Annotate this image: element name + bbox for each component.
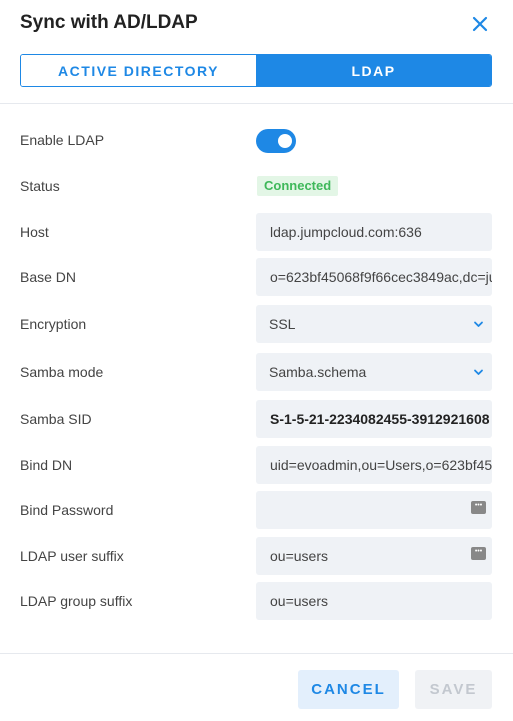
dialog-header: Sync with AD/LDAP ACTIVE DIRECTORY LDAP (0, 0, 513, 104)
samba-sid-label: Samba SID (20, 411, 92, 427)
save-button[interactable]: SAVE (415, 670, 492, 709)
status-badge: Connected (257, 176, 339, 196)
bind-dn-label: Bind DN (20, 457, 73, 473)
encryption-value: SSL (269, 316, 296, 332)
enable-ldap-label: Enable LDAP (20, 132, 105, 148)
row-base-dn: Base DN o=623bf45068f9f66cec3849ac,dc=ju… (0, 258, 513, 296)
row-bind-password: Bind Password (0, 491, 513, 529)
row-samba-sid: Samba SID S-1-5-21-2234082455-3912921608 (0, 400, 513, 438)
row-user-suffix: LDAP user suffix ou=users (0, 537, 513, 575)
base-dn-input[interactable]: o=623bf45068f9f66cec3849ac,dc=jumpcloud,… (256, 258, 492, 296)
tab-bar: ACTIVE DIRECTORY LDAP (20, 54, 492, 87)
samba-sid-input[interactable]: S-1-5-21-2234082455-3912921608 (256, 400, 492, 438)
password-manager-icon[interactable] (471, 491, 486, 525)
base-dn-label: Base DN (20, 269, 77, 285)
password-manager-icon[interactable] (471, 537, 486, 571)
row-status: Status Connected (0, 167, 513, 205)
samba-mode-label: Samba mode (20, 364, 104, 380)
cancel-button[interactable]: CANCEL (298, 670, 399, 709)
bind-password-label: Bind Password (20, 502, 114, 518)
enable-ldap-toggle[interactable] (256, 129, 296, 153)
row-encryption: Encryption SSL (0, 305, 513, 343)
dialog-footer: CANCEL SAVE (0, 653, 513, 721)
user-suffix-input[interactable]: ou=users (256, 537, 492, 575)
group-suffix-input[interactable]: ou=users (256, 582, 492, 620)
chevron-down-icon (474, 321, 483, 327)
row-bind-dn: Bind DN uid=evoadmin,ou=Users,o=623bf450… (0, 446, 513, 484)
samba-mode-value: Samba.schema (269, 364, 367, 380)
row-samba-mode: Samba mode Samba.schema (0, 353, 513, 391)
host-input[interactable]: ldap.jumpcloud.com:636 (256, 213, 492, 251)
group-suffix-label: LDAP group suffix (20, 593, 133, 609)
status-label: Status (20, 178, 60, 194)
close-icon[interactable] (469, 13, 491, 35)
encryption-label: Encryption (20, 316, 87, 332)
toggle-knob (278, 134, 292, 148)
bind-dn-input[interactable]: uid=evoadmin,ou=Users,o=623bf45068f9f66c… (256, 446, 492, 484)
host-label: Host (20, 224, 49, 240)
row-enable-ldap: Enable LDAP (0, 121, 513, 159)
user-suffix-label: LDAP user suffix (20, 548, 124, 564)
user-suffix-value: ou=users (270, 548, 328, 564)
bind-password-input[interactable] (256, 491, 492, 529)
row-group-suffix: LDAP group suffix ou=users (0, 582, 513, 620)
encryption-select[interactable]: SSL (256, 305, 492, 343)
chevron-down-icon (474, 369, 483, 375)
samba-mode-select[interactable]: Samba.schema (256, 353, 492, 391)
dialog-title: Sync with AD/LDAP (20, 12, 198, 33)
tab-ldap[interactable]: LDAP (256, 55, 491, 86)
row-host: Host ldap.jumpcloud.com:636 (0, 213, 513, 251)
tab-active-directory[interactable]: ACTIVE DIRECTORY (21, 55, 256, 86)
